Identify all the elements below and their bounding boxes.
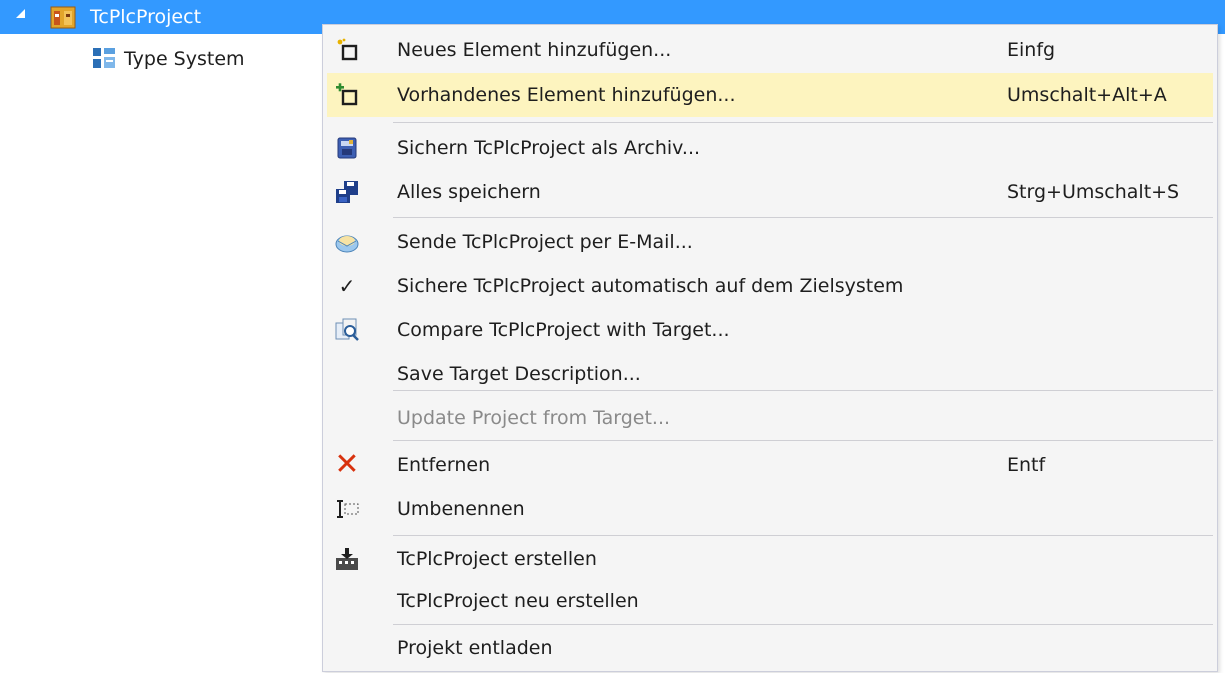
menu-separator xyxy=(393,535,1213,536)
menu-item-compare-target[interactable]: Compare TcPlcProject with Target... xyxy=(327,308,1213,352)
menu-item-save-all[interactable]: Alles speichern Strg+Umschalt+S xyxy=(327,170,1213,214)
menu-item-rename[interactable]: Umbenennen xyxy=(327,487,1213,531)
menu-item-existing-element[interactable]: Vorhandenes Element hinzufügen... Umscha… xyxy=(327,73,1213,117)
plc-project-icon xyxy=(50,6,76,29)
menu-item-label: Umbenennen xyxy=(397,498,525,520)
build-icon xyxy=(333,545,361,573)
menu-item-label: TcPlcProject erstellen xyxy=(397,548,597,570)
expander-icon[interactable] xyxy=(16,9,25,18)
menu-separator xyxy=(393,122,1213,123)
existing-item-icon xyxy=(333,81,361,109)
menu-item-auto-save-target[interactable]: ✓ Sichere TcPlcProject automatisch auf d… xyxy=(327,264,1213,308)
menu-item-label: Sichere TcPlcProject automatisch auf dem… xyxy=(397,275,904,297)
menu-item-label: Sichern TcPlcProject als Archiv... xyxy=(397,137,701,159)
menu-item-update-from-target: Update Project from Target... xyxy=(327,396,1213,440)
menu-item-label: Alles speichern xyxy=(397,181,541,203)
menu-item-new-element[interactable]: Neues Element hinzufügen... Einfg xyxy=(327,28,1213,72)
menu-item-send-email[interactable]: Sende TcPlcProject per E-Mail... xyxy=(327,220,1213,264)
menu-item-remove[interactable]: ✕ Entfernen Entf xyxy=(327,443,1213,487)
menu-item-label: Sende TcPlcProject per E-Mail... xyxy=(397,231,693,253)
screen: TcPlcProject Type System Neues Element h… xyxy=(0,0,1225,673)
menu-item-save-archive[interactable]: Sichern TcPlcProject als Archiv... xyxy=(327,126,1213,170)
menu-item-label: Entfernen xyxy=(397,454,491,476)
type-system-icon xyxy=(93,48,115,68)
checkmark-icon: ✓ xyxy=(338,274,356,298)
menu-separator xyxy=(393,217,1213,218)
new-item-icon xyxy=(333,36,361,64)
context-menu: Neues Element hinzufügen... Einfg Vorhan… xyxy=(322,24,1218,672)
menu-item-label: Compare TcPlcProject with Target... xyxy=(397,319,730,341)
email-icon xyxy=(333,228,361,256)
menu-item-label: Vorhandenes Element hinzufügen... xyxy=(397,84,736,106)
compare-icon xyxy=(333,316,361,344)
menu-item-build[interactable]: TcPlcProject erstellen xyxy=(327,537,1213,581)
menu-item-label: Update Project from Target... xyxy=(397,407,671,429)
menu-item-label: Neues Element hinzufügen... xyxy=(397,39,672,61)
menu-item-label: TcPlcProject neu erstellen xyxy=(397,590,639,612)
rename-icon xyxy=(333,495,361,523)
menu-separator xyxy=(393,440,1213,441)
menu-item-rebuild[interactable]: TcPlcProject neu erstellen xyxy=(327,579,1213,623)
delete-icon: ✕ xyxy=(334,447,360,482)
archive-icon xyxy=(333,134,361,162)
menu-item-shortcut: Entf xyxy=(1007,454,1046,476)
tree-item-project-label: TcPlcProject xyxy=(90,6,202,28)
tree-item-type-system[interactable]: Type System xyxy=(124,44,245,74)
menu-item-shortcut: Umschalt+Alt+A xyxy=(1007,84,1167,106)
menu-separator xyxy=(393,390,1213,391)
menu-item-shortcut: Strg+Umschalt+S xyxy=(1007,181,1180,203)
menu-item-label: Projekt entladen xyxy=(397,637,553,659)
menu-item-unload-project[interactable]: Projekt entladen xyxy=(327,626,1213,670)
save-all-icon xyxy=(333,178,361,206)
menu-separator xyxy=(393,624,1213,625)
menu-item-shortcut: Einfg xyxy=(1007,39,1056,61)
